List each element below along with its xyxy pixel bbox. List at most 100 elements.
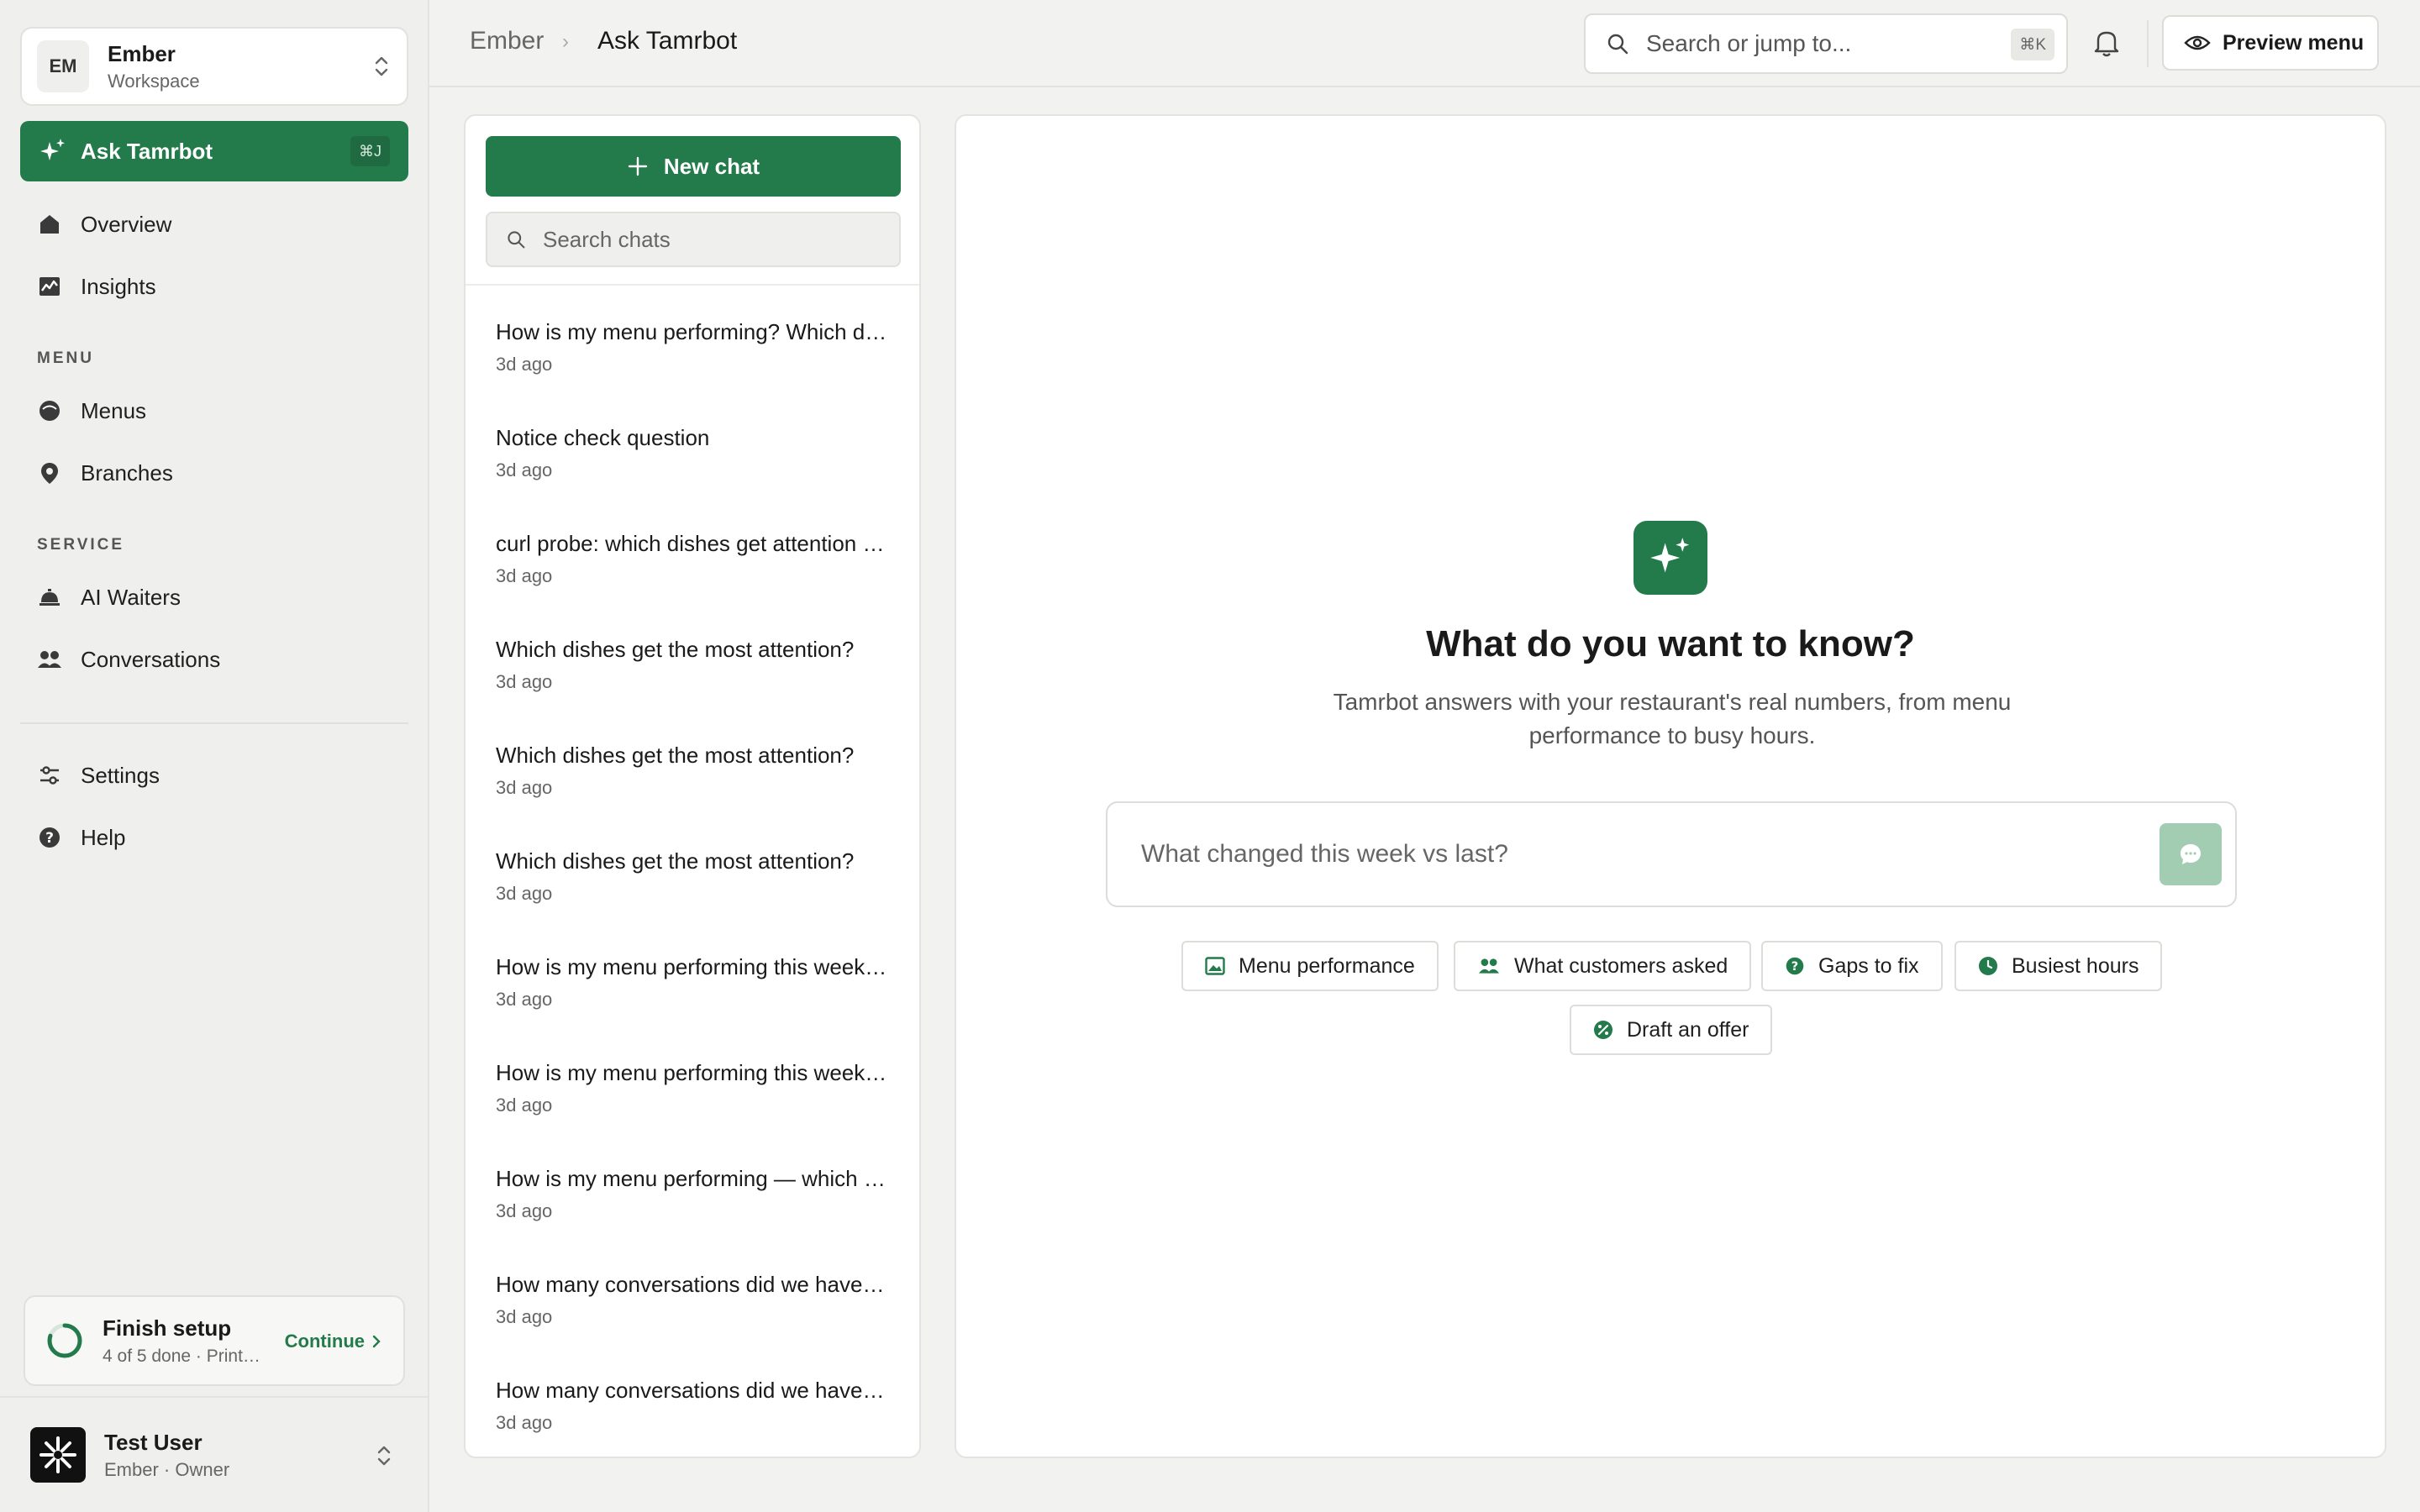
chat-title: How many conversations did we have this … bbox=[496, 1272, 889, 1297]
home-icon bbox=[37, 212, 62, 237]
workspace-badge: EM bbox=[37, 40, 89, 92]
user-menu[interactable]: Test User Ember · Owner bbox=[0, 1396, 429, 1512]
users-icon bbox=[1479, 958, 1499, 974]
chat-list: How is my menu performing? Which dishes … bbox=[466, 307, 919, 1457]
eye-icon bbox=[2184, 35, 2211, 50]
suggestion-chip-customers-asked[interactable]: What customers asked bbox=[1454, 941, 1752, 991]
hero-title: What do you want to know? bbox=[1426, 623, 1915, 664]
sidebar-item-ai-waiters[interactable]: AI Waiters bbox=[20, 571, 408, 623]
list-item[interactable]: Which dishes get the most attention? 3d a… bbox=[466, 848, 919, 942]
sidebar-item-branches[interactable]: Branches bbox=[20, 447, 408, 499]
preview-menu-button[interactable]: Preview menu bbox=[2162, 15, 2379, 71]
setup-continue-label: Continue bbox=[284, 1331, 365, 1352]
location-pin-icon bbox=[37, 460, 62, 486]
chat-time: 3d ago bbox=[496, 459, 553, 480]
sidebar-item-label: Branches bbox=[81, 459, 173, 486]
clock-icon bbox=[1979, 957, 1997, 975]
list-item[interactable]: curl probe: which dishes get attention t… bbox=[466, 531, 919, 625]
chat-time: 3d ago bbox=[496, 1412, 553, 1433]
notifications-bell-icon[interactable] bbox=[2090, 25, 2123, 59]
sidebar-item-help[interactable]: ? Help bbox=[20, 811, 408, 864]
suggestion-chip-busiest-hours[interactable]: Busiest hours bbox=[1954, 941, 2163, 991]
chip-label: Gaps to fix bbox=[1818, 953, 1919, 978]
ask-tamrbot-button[interactable]: Ask Tamrbot ⌘J bbox=[20, 121, 408, 181]
prompt-input[interactable]: What changed this week vs last? bbox=[1106, 801, 2237, 907]
sidebar-item-overview[interactable]: Overview bbox=[20, 198, 408, 250]
list-item[interactable]: How is my menu performing this week comp… bbox=[466, 954, 919, 1048]
sidebar-item-conversations[interactable]: Conversations bbox=[20, 633, 408, 685]
setup-continue-link[interactable]: Continue bbox=[285, 1331, 381, 1352]
sidebar-item-label: AI Waiters bbox=[81, 584, 181, 610]
sidebar-item-settings[interactable]: Settings bbox=[20, 749, 408, 801]
chevron-right-icon bbox=[372, 1335, 381, 1348]
list-item[interactable]: How is my menu performing this week comp… bbox=[466, 1060, 919, 1154]
sidebar-divider bbox=[20, 722, 408, 724]
help-icon: ? bbox=[1786, 957, 1804, 975]
list-item[interactable]: How is my menu performing? Which dishes … bbox=[466, 319, 919, 413]
chart-icon bbox=[37, 274, 62, 299]
list-item[interactable]: Which dishes get the most attention? 3d a… bbox=[466, 743, 919, 837]
chat-title: How many conversations did we have this … bbox=[496, 1378, 889, 1403]
chip-label: Busiest hours bbox=[2012, 953, 2139, 978]
ask-main-panel: What do you want to know? Tamrbot answer… bbox=[955, 114, 2386, 1458]
sidebar-item-insights[interactable]: Insights bbox=[20, 260, 408, 312]
chat-title: How is my menu performing? Which dishes … bbox=[496, 319, 889, 344]
ask-shortcut-badge: ⌘J bbox=[350, 136, 390, 166]
chat-title: How is my menu performing — which dishes… bbox=[496, 1166, 889, 1191]
chat-title: Which dishes get the most attention? bbox=[496, 743, 855, 768]
chevron-up-down-icon bbox=[375, 56, 388, 76]
global-search-input[interactable]: Search or jump to... ⌘K bbox=[1584, 13, 2068, 74]
setup-subtitle: 4 of 5 done · Print… bbox=[103, 1346, 260, 1366]
breadcrumb-root[interactable]: Ember bbox=[470, 27, 544, 55]
list-item[interactable]: Notice check question 3d ago bbox=[466, 425, 919, 519]
chat-title: Notice check question bbox=[496, 425, 710, 450]
user-subtitle: Ember · Owner bbox=[104, 1458, 230, 1480]
sparkle-icon bbox=[40, 139, 65, 160]
prompt-placeholder: What changed this week vs last? bbox=[1141, 840, 1508, 868]
chat-title: Which dishes get the most attention? bbox=[496, 848, 855, 874]
chat-title: How is my menu performing this week comp… bbox=[496, 1060, 889, 1085]
chat-bubble-icon bbox=[2181, 844, 2201, 864]
global-search-placeholder: Search or jump to... bbox=[1646, 30, 1852, 56]
list-item[interactable]: How many conversations did we have this … bbox=[466, 1378, 919, 1457]
suggestion-chip-draft-offer[interactable]: Draft an offer bbox=[1570, 1005, 1773, 1055]
discount-badge-icon bbox=[1594, 1021, 1612, 1039]
search-icon bbox=[1607, 34, 1628, 55]
help-icon: ? bbox=[37, 825, 62, 850]
workspace-switcher[interactable]: EM Ember Workspace bbox=[20, 27, 408, 106]
sidebar-item-label: Menus bbox=[81, 397, 147, 423]
chat-list-divider bbox=[466, 284, 919, 286]
list-item[interactable]: Which dishes get the most attention? 3d a… bbox=[466, 637, 919, 731]
avatar bbox=[30, 1427, 86, 1483]
chat-title: curl probe: which dishes get attention t… bbox=[496, 531, 889, 556]
chat-time: 3d ago bbox=[496, 777, 553, 798]
hero-subtitle: Tamrbot answers with your restaurant's r… bbox=[1333, 689, 2012, 748]
search-shortcut-badge: ⌘K bbox=[2011, 29, 2054, 60]
setup-progress-ring bbox=[47, 1323, 82, 1358]
chevron-up-down-icon bbox=[377, 1446, 391, 1466]
chat-history-panel: New chat Search chats How is my menu per… bbox=[464, 114, 921, 1458]
new-chat-button[interactable]: New chat bbox=[486, 136, 901, 197]
suggestion-chip-menu-performance[interactable]: Menu performance bbox=[1181, 941, 1439, 991]
sidebar: EM Ember Workspace Ask Tamrbot ⌘J Overvi… bbox=[0, 0, 429, 1512]
finish-setup-card[interactable]: Finish setup 4 of 5 done · Print… Contin… bbox=[24, 1295, 405, 1386]
chat-time: 3d ago bbox=[496, 883, 553, 904]
suggestion-chip-gaps[interactable]: ? Gaps to fix bbox=[1761, 941, 1943, 991]
sparkle-icon bbox=[1634, 521, 1707, 595]
sidebar-item-label: Help bbox=[81, 824, 126, 850]
list-item[interactable]: How many conversations did we have this … bbox=[466, 1272, 919, 1366]
sidebar-item-label: Overview bbox=[81, 211, 172, 237]
send-button[interactable] bbox=[2160, 823, 2222, 885]
search-chats-input[interactable]: Search chats bbox=[486, 212, 901, 267]
chat-time: 3d ago bbox=[496, 671, 553, 692]
chat-title: Which dishes get the most attention? bbox=[496, 637, 855, 662]
top-bar: Ember › Ask Tamrbot Search or jump to...… bbox=[429, 0, 2420, 87]
sidebar-item-label: Settings bbox=[81, 762, 160, 788]
sidebar-item-menus[interactable]: Menus bbox=[20, 385, 408, 437]
users-icon bbox=[37, 647, 62, 672]
setup-title: Finish setup bbox=[103, 1315, 232, 1341]
svg-text:?: ? bbox=[1791, 959, 1798, 974]
chip-label: Menu performance bbox=[1239, 953, 1415, 978]
sliders-icon bbox=[37, 763, 62, 788]
list-item[interactable]: How is my menu performing — which dishes… bbox=[466, 1166, 919, 1260]
